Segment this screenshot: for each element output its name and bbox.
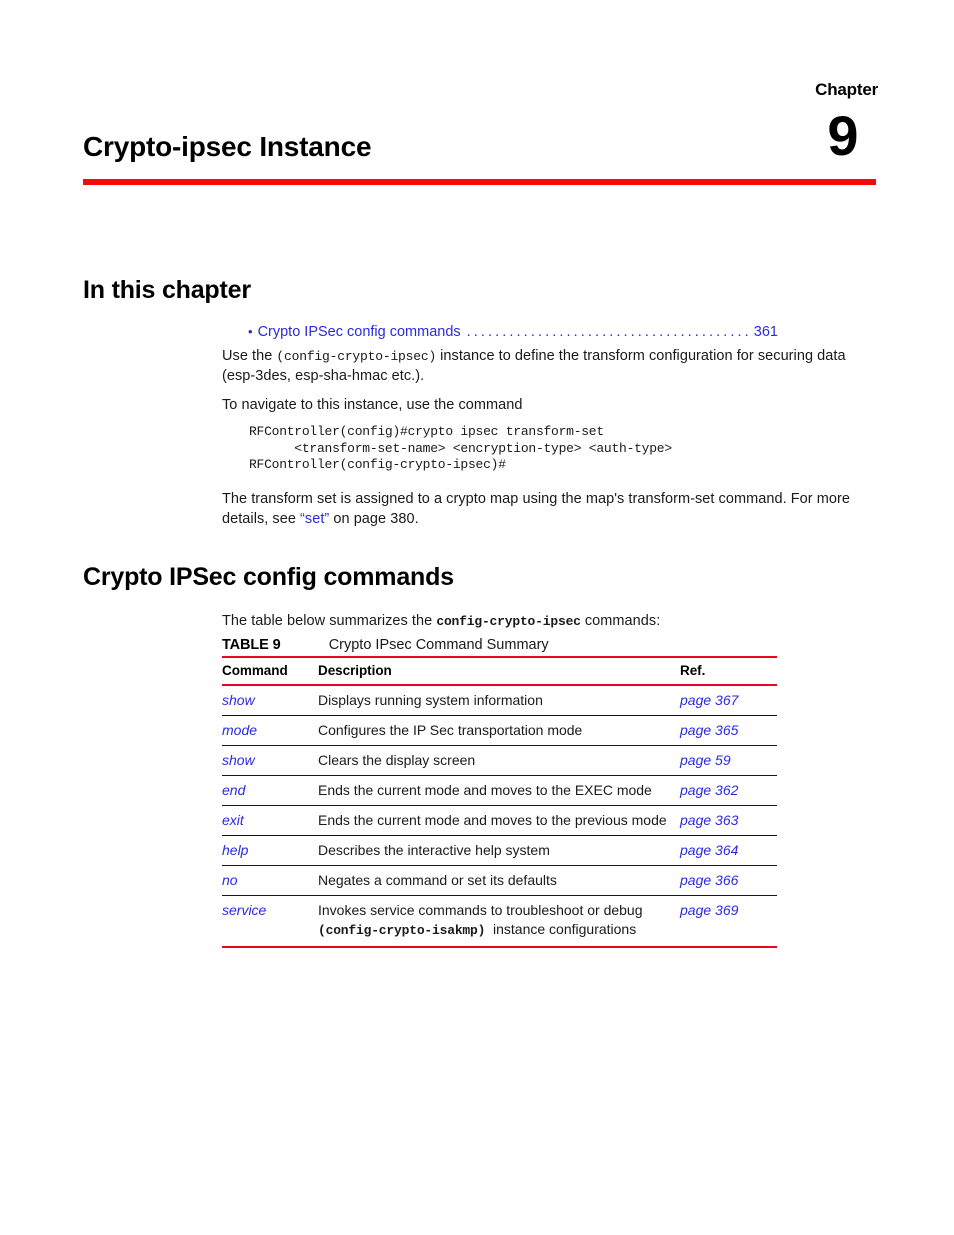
cell-description: Ends the current mode and moves to the p… bbox=[318, 805, 680, 836]
cell-description: Negates a command or set its defaults bbox=[318, 865, 680, 896]
cell-command[interactable]: show bbox=[222, 745, 318, 776]
description-text-trailing: instance configurations bbox=[493, 921, 637, 937]
cell-ref-page-link[interactable]: page 369 bbox=[680, 895, 777, 948]
toc-entry-page[interactable]: 361 bbox=[754, 323, 778, 341]
cell-command[interactable]: help bbox=[222, 835, 318, 866]
inline-code-config-crypto-isakmp: (config-crypto-isakmp) bbox=[318, 923, 486, 938]
table-row: show Displays running system information p… bbox=[222, 685, 777, 716]
description-text: Configures the IP Sec transportation mod… bbox=[318, 722, 583, 738]
code-block-navigate-command: RFController(config)#crypto ipsec transf… bbox=[249, 424, 672, 472]
paragraph-transform-set: The transform set is assigned to a crypt… bbox=[222, 490, 867, 529]
cell-description: Configures the IP Sec transportation mod… bbox=[318, 715, 680, 746]
toc-entry-crypto-ipsec-config[interactable]: • Crypto IPSec config commands .........… bbox=[248, 323, 778, 341]
cell-description: Clears the display screen bbox=[318, 745, 680, 776]
paragraph-text-after: on page 380. bbox=[333, 510, 419, 527]
column-header-ref: Ref. bbox=[680, 656, 777, 686]
table-row: end Ends the current mode and moves to th… bbox=[222, 775, 777, 806]
paragraph-text-before: Use the bbox=[222, 348, 273, 364]
description-second-line: (config-crypto-isakmp) instance configur… bbox=[318, 921, 680, 939]
paragraph-text-before: The table below summarizes the bbox=[222, 613, 433, 629]
chapter-rule bbox=[83, 179, 876, 185]
description-text: Ends the current mode and moves to the E… bbox=[318, 782, 652, 798]
column-header-command: Command bbox=[222, 656, 318, 686]
link-set[interactable]: “set” bbox=[300, 511, 329, 527]
cell-description: Ends the current mode and moves to the E… bbox=[318, 775, 680, 806]
cell-description: Displays running system information bbox=[318, 685, 680, 716]
description-text: Describes the interactive help system bbox=[318, 842, 550, 858]
toc-bullet-icon: • bbox=[248, 324, 253, 339]
cell-ref-page-link[interactable]: page 363 bbox=[680, 805, 777, 836]
cell-ref-page-link[interactable]: page 366 bbox=[680, 865, 777, 896]
cell-ref-page-link[interactable]: page 365 bbox=[680, 715, 777, 746]
cell-command[interactable]: mode bbox=[222, 715, 318, 746]
cell-ref-page-link[interactable]: page 364 bbox=[680, 835, 777, 866]
table-title: Crypto IPsec Command Summary bbox=[328, 637, 549, 653]
cell-ref-page-link[interactable]: page 367 bbox=[680, 685, 777, 716]
table-row: show Clears the display screen page 59 bbox=[222, 745, 777, 776]
cell-ref-page-link[interactable]: page 362 bbox=[680, 775, 777, 806]
description-text: Negates a command or set its defaults bbox=[318, 872, 557, 888]
cell-command[interactable]: no bbox=[222, 865, 318, 896]
table-caption: TABLE 9 Crypto IPsec Command Summary bbox=[222, 636, 549, 654]
document-page: Chapter 9 Crypto-ipsec Instance In this … bbox=[0, 0, 954, 1235]
heading-in-this-chapter: In this chapter bbox=[83, 276, 251, 304]
table-header-row: Command Description Ref. bbox=[222, 656, 777, 686]
inline-code-config-crypto-ipsec: (config-crypto-ipsec) bbox=[276, 349, 437, 364]
description-text: Ends the current mode and moves to the p… bbox=[318, 812, 667, 828]
chapter-title: Crypto-ipsec Instance bbox=[83, 131, 372, 162]
paragraph-text-after: commands: bbox=[584, 613, 661, 629]
table-header: Command Description Ref. bbox=[222, 656, 777, 686]
cell-description: Describes the interactive help system bbox=[318, 835, 680, 866]
column-header-description: Description bbox=[318, 656, 680, 686]
table-body: show Displays running system information p… bbox=[222, 685, 777, 948]
cell-command[interactable]: show bbox=[222, 685, 318, 716]
cell-ref-page-link[interactable]: page 59 bbox=[680, 745, 777, 776]
cell-command[interactable]: service bbox=[222, 895, 318, 948]
paragraph-table-summary: The table below summarizes the config-cr… bbox=[222, 612, 862, 632]
toc-leader-dots: ........................................… bbox=[466, 324, 749, 340]
table-number-label: TABLE 9 bbox=[222, 637, 281, 653]
table-row: no Negates a command or set its defaults p… bbox=[222, 865, 777, 896]
cell-description: Invokes service commands to troubleshoot… bbox=[318, 895, 680, 948]
toc-entry-label[interactable]: Crypto IPSec config commands bbox=[258, 323, 461, 341]
chapter-number: 9 bbox=[827, 104, 859, 167]
cell-command[interactable]: end bbox=[222, 775, 318, 806]
chapter-label: Chapter bbox=[815, 80, 878, 99]
heading-crypto-ipsec-config-commands: Crypto IPSec config commands bbox=[83, 563, 454, 591]
table-row: help Describes the interactive help syste… bbox=[222, 835, 777, 866]
inline-code-config-crypto-ipsec: config-crypto-ipsec bbox=[436, 614, 581, 629]
command-summary-table: Command Description Ref. show Displays ru… bbox=[222, 656, 777, 948]
description-text: Invokes service commands to troubleshoot… bbox=[318, 902, 643, 918]
paragraph-navigate-instruction: To navigate to this instance, use the co… bbox=[222, 397, 523, 413]
table-row: mode Configures the IP Sec transportation… bbox=[222, 715, 777, 746]
cell-command[interactable]: exit bbox=[222, 805, 318, 836]
paragraph-use-the-instance: Use the (config-crypto-ipsec) instance t… bbox=[222, 347, 862, 386]
table-row: exit Ends the current mode and moves to t… bbox=[222, 805, 777, 836]
table-row: service Invokes service commands to troub… bbox=[222, 895, 777, 948]
description-text: Displays running system information bbox=[318, 692, 543, 708]
description-text: Clears the display screen bbox=[318, 752, 476, 768]
